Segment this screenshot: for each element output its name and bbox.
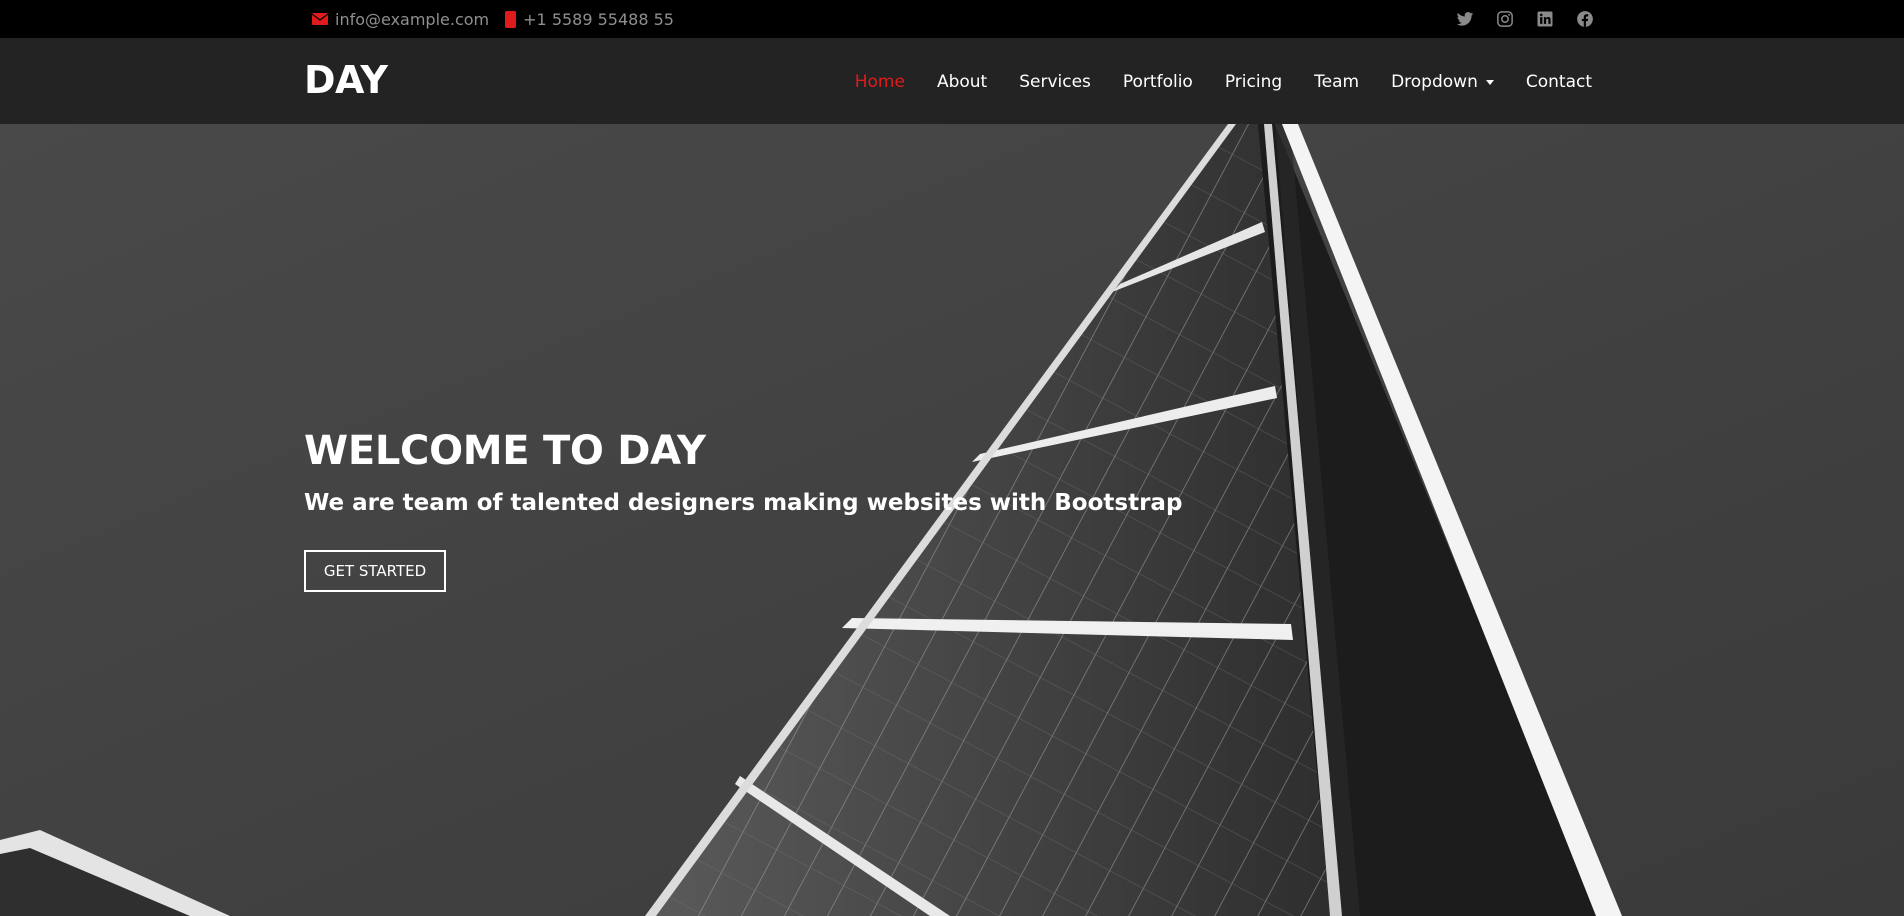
social-links	[1456, 10, 1594, 28]
nav-home[interactable]: Home	[855, 72, 905, 92]
nav-contact[interactable]: Contact	[1526, 72, 1592, 92]
nav-about[interactable]: About	[937, 72, 987, 92]
get-started-button[interactable]: GET STARTED	[304, 550, 446, 592]
email-text: info@example.com	[335, 9, 490, 29]
hero-section: WELCOME TO DAY We are team of talented d…	[0, 124, 1904, 916]
site-logo[interactable]: DAY	[304, 58, 388, 102]
top-bar: info@example.com +1 5589 55488 55	[0, 0, 1904, 38]
phone-icon	[505, 10, 517, 28]
site-header: DAY Home About Services Portfolio Pricin…	[0, 38, 1904, 124]
main-nav: Home About Services Portfolio Pricing Te…	[823, 72, 1592, 92]
instagram-icon[interactable]	[1496, 10, 1514, 28]
nav-services[interactable]: Services	[1019, 72, 1091, 92]
phone-item[interactable]: +1 5589 55488 55	[505, 10, 674, 29]
hero-title: WELCOME TO DAY	[304, 428, 706, 474]
nav-dropdown-label: Dropdown	[1391, 72, 1478, 92]
hero-text: WELCOME TO DAY We are team of talented d…	[304, 428, 1182, 516]
building-background-image	[0, 124, 1904, 916]
email-item[interactable]: info@example.com	[312, 10, 489, 29]
hero-subtitle: We are team of talented designers making…	[304, 490, 1183, 516]
envelope-icon	[312, 13, 328, 25]
nav-dropdown[interactable]: Dropdown	[1391, 72, 1494, 92]
nav-portfolio[interactable]: Portfolio	[1123, 72, 1193, 92]
nav-pricing[interactable]: Pricing	[1225, 72, 1282, 92]
nav-team[interactable]: Team	[1314, 72, 1359, 92]
phone-text: +1 5589 55488 55	[523, 9, 674, 29]
linkedin-icon[interactable]	[1536, 10, 1554, 28]
contact-info: info@example.com +1 5589 55488 55	[312, 8, 690, 30]
facebook-icon[interactable]	[1576, 10, 1594, 28]
caret-down-icon	[1485, 79, 1494, 85]
twitter-icon[interactable]	[1456, 10, 1474, 28]
